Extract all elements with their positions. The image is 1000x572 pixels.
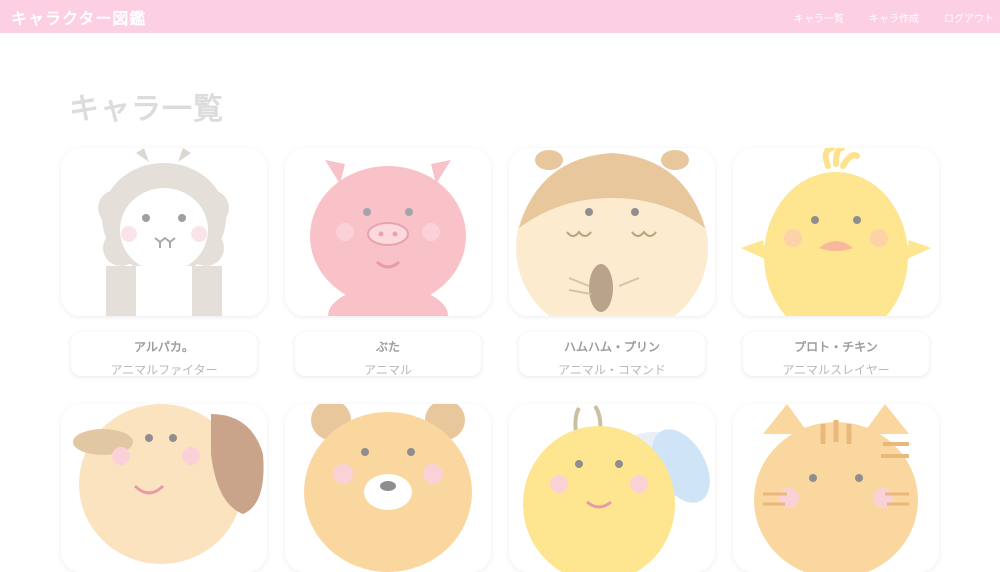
character-card-chick[interactable]: [733, 148, 939, 316]
site-title[interactable]: キャラクター図鑑: [11, 5, 146, 29]
chick-icon: [733, 148, 939, 316]
character-label[interactable]: プロト・チキン アニマルスレイヤー: [743, 332, 929, 377]
character-card-alpaca[interactable]: [61, 148, 267, 316]
hamster-icon: [509, 148, 715, 316]
character-label[interactable]: アルパカ。 アニマルファイター: [71, 332, 257, 377]
character-card-bee[interactable]: [509, 404, 715, 572]
character-job: アニマルファイター: [110, 363, 218, 377]
character-card-pig[interactable]: [285, 148, 491, 316]
character-job: アニマル: [364, 363, 412, 377]
character-card-bear[interactable]: [285, 404, 491, 572]
character-card-hamster[interactable]: [509, 148, 715, 316]
page-title: キャラ一覧: [69, 92, 224, 127]
character-name: ぶた: [375, 340, 400, 354]
nav-logout[interactable]: ログアウト: [944, 10, 994, 25]
character-card-dog[interactable]: [61, 404, 267, 572]
alpaca-icon: [61, 148, 267, 316]
nav-create-character[interactable]: キャラ作成: [869, 10, 919, 25]
bee-icon: [509, 404, 715, 572]
character-card-cat[interactable]: [733, 404, 939, 572]
character-label[interactable]: ハムハム・プリン アニマル・コマンド: [519, 332, 705, 377]
character-name: アルパカ。: [134, 340, 194, 354]
bear-icon: [285, 404, 491, 572]
character-job: アニマル・コマンド: [558, 363, 666, 377]
character-label[interactable]: ぶた アニマル: [295, 332, 481, 377]
nav-character-list[interactable]: キャラ一覧: [794, 10, 844, 25]
pig-icon: [285, 148, 491, 316]
dog-icon: [61, 404, 267, 572]
header-bar: キャラクター図鑑 キャラ一覧 キャラ作成 ログアウト: [0, 0, 1000, 33]
cat-icon: [733, 404, 939, 572]
character-name: プロト・チキン: [794, 340, 878, 354]
character-name: ハムハム・プリン: [563, 340, 660, 354]
character-job: アニマルスレイヤー: [782, 363, 890, 377]
